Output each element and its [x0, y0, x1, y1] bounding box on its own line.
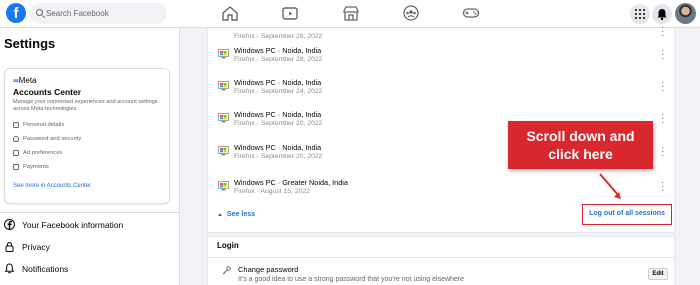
scrollbar[interactable] [690, 28, 700, 285]
facebook-logo[interactable]: f [6, 3, 26, 23]
search-placeholder: Search Facebook [46, 9, 109, 18]
windows-pc-icon [218, 181, 229, 191]
more-options-icon[interactable]: · · · [661, 78, 665, 96]
session-detail: Firefox · August 15, 2022 [234, 188, 310, 195]
session-row[interactable]: Firefox · September 28, 2022 · · · [218, 23, 668, 45]
windows-pc-icon [218, 113, 229, 123]
ac-item-personal-details[interactable]: Personal details [13, 122, 64, 128]
session-device: Windows PC · Noida, India [234, 46, 322, 55]
shield-icon [13, 136, 19, 142]
settings-sidebar: Settings ∞Meta Accounts Center Manage yo… [0, 28, 180, 285]
ac-item-payments[interactable]: Payments [13, 164, 49, 170]
avatar[interactable] [675, 3, 696, 24]
session-device: Windows PC · Noida, India [234, 110, 322, 119]
search-icon [36, 9, 43, 16]
page-title: Settings [4, 36, 56, 51]
session-device: Windows PC · Noida, India [234, 78, 322, 87]
sidebar-item-notifications[interactable]: Notifications [4, 263, 68, 274]
ac-item-ad-preferences[interactable]: Ad preferences [13, 150, 62, 156]
session-detail: Firefox · September 28, 2022 [234, 56, 323, 63]
id-card-icon [13, 122, 19, 128]
session-row[interactable]: Windows PC · Noida, India Firefox · Sept… [218, 78, 668, 100]
more-options-icon[interactable]: · · · [661, 23, 665, 41]
groups-icon[interactable] [402, 5, 420, 21]
card-icon [13, 164, 19, 170]
see-less-link[interactable]: See less [218, 211, 255, 218]
sidebar-item-facebook-information[interactable]: Your Facebook information [4, 219, 123, 230]
windows-pc-icon [218, 49, 229, 59]
search-input[interactable]: Search Facebook [30, 3, 167, 24]
key-icon [222, 266, 231, 275]
session-device: Windows PC · Noida, India [234, 143, 322, 152]
session-detail: Firefox · September 20, 2022 [234, 120, 323, 127]
section-divider [208, 232, 674, 237]
change-password-title: Change password [238, 265, 299, 274]
login-section-heading: Login [217, 241, 239, 250]
facebook-icon [4, 219, 15, 230]
session-detail: Firefox · September 24, 2022 [234, 88, 323, 95]
menu-grid-icon[interactable] [630, 4, 650, 24]
more-options-icon[interactable]: · · · [661, 143, 665, 161]
more-options-icon[interactable]: · · · [661, 110, 665, 128]
bell-icon [4, 263, 15, 274]
lock-icon [4, 241, 15, 252]
session-device: Windows PC · Greater Noida, India [234, 178, 348, 187]
accounts-center-more-link[interactable]: See more in Accounts Center [13, 183, 91, 189]
annotation-callout: Scroll down and click here [508, 121, 653, 169]
sidebar-item-privacy[interactable]: Privacy [4, 241, 50, 252]
watch-icon[interactable] [281, 5, 299, 21]
annotation-arrow-icon [599, 173, 621, 199]
session-detail: Firefox · September 20, 2022 [234, 153, 323, 160]
divider [0, 212, 179, 213]
windows-pc-icon [218, 146, 229, 156]
accounts-center-card[interactable]: ∞Meta Accounts Center Manage your connec… [4, 68, 170, 204]
windows-pc-icon [218, 81, 229, 91]
accounts-center-description: Manage your connected experiences and ac… [13, 99, 158, 112]
home-icon[interactable] [221, 5, 239, 21]
divider [208, 257, 674, 258]
accounts-center-title: Accounts Center [13, 87, 82, 97]
gaming-icon[interactable] [462, 5, 480, 21]
meta-logo: ∞Meta [13, 76, 37, 85]
chevron-up-icon [218, 213, 222, 216]
more-options-icon[interactable]: · · · [661, 178, 665, 196]
marketplace-icon[interactable] [342, 5, 360, 21]
notifications-icon[interactable] [652, 4, 672, 24]
more-options-icon[interactable]: · · · [661, 46, 665, 64]
change-password-description: It's a good idea to use a strong passwor… [238, 276, 465, 283]
ac-item-password-security[interactable]: Password and security [13, 136, 81, 142]
ad-monitor-icon [13, 150, 19, 156]
session-row[interactable]: Windows PC · Noida, India Firefox · Sept… [218, 46, 668, 68]
edit-password-button[interactable]: Edit [648, 268, 668, 280]
